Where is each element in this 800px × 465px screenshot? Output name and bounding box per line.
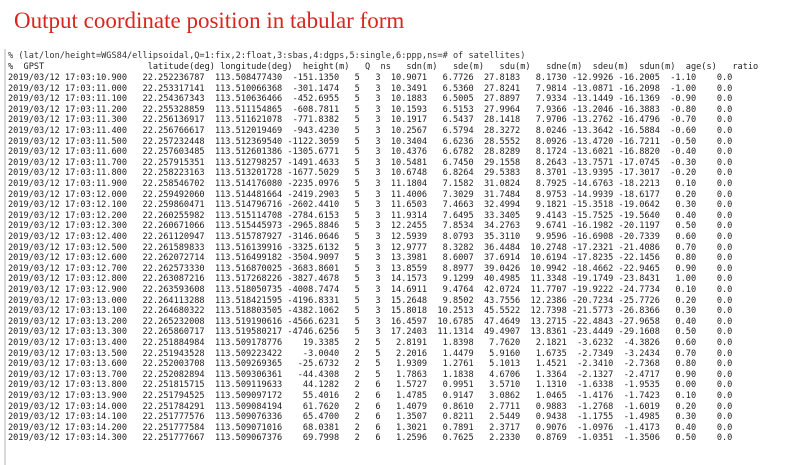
table-row: 2019/03/12 17:03:11.400 22.256766617 113… (8, 126, 733, 136)
table-row: 2019/03/12 17:03:12.500 22.261589833 113… (8, 242, 733, 253)
table-row: 2019/03/12 17:03:12.000 22.259492060 113… (8, 189, 733, 200)
table-row: 2019/03/12 17:03:11.200 22.255328859 113… (8, 104, 733, 115)
table-row: 2019/03/12 17:03:10.900 22.252236787 113… (8, 73, 733, 83)
table-row: 2019/03/12 17:03:13.000 22.264113288 113… (8, 295, 733, 306)
table-row: 2019/03/12 17:03:12.900 22.263593608 113… (8, 285, 733, 295)
table-row: 2019/03/12 17:03:11.500 22.257232448 113… (8, 136, 733, 147)
table-row: 2019/03/12 17:03:11.700 22.257915351 113… (8, 157, 733, 168)
table-row: 2019/03/12 17:03:13.600 22.252003708 113… (8, 359, 733, 370)
text-editor[interactable]: % (lat/lon/height=WGS84/ellipsoidal,Q=1:… (4, 49, 800, 465)
table-row: 2019/03/12 17:03:11.600 22.257603485 113… (8, 147, 733, 158)
table-row: 2019/03/12 17:03:12.300 22.260671066 113… (8, 221, 733, 232)
table-row: 2019/03/12 17:03:13.400 22.251884984 113… (8, 338, 733, 348)
table-row: 2019/03/12 17:03:11.100 22.254367343 113… (8, 94, 733, 105)
table-row: 2019/03/12 17:03:14.200 22.251777584 113… (8, 422, 733, 433)
table-row: 2019/03/12 17:03:11.000 22.253317141 113… (8, 83, 733, 94)
table-row: 2019/03/12 17:03:11.900 22.258546702 113… (8, 179, 733, 189)
table-row: 2019/03/12 17:03:11.300 22.256136917 113… (8, 115, 733, 126)
table-row: 2019/03/12 17:03:14.000 22.251784291 113… (8, 401, 733, 412)
table-row: 2019/03/12 17:03:12.100 22.259860471 113… (8, 200, 733, 211)
table-row: 2019/03/12 17:03:13.900 22.251794525 113… (8, 391, 733, 401)
page-title: Output coordinate position in tabular fo… (14, 8, 405, 33)
table-row: 2019/03/12 17:03:13.500 22.251943528 113… (8, 348, 733, 359)
table-row: 2019/03/12 17:03:11.800 22.258223163 113… (8, 168, 733, 179)
table-row: 2019/03/12 17:03:12.600 22.262072714 113… (8, 253, 733, 264)
table-row: 2019/03/12 17:03:12.200 22.260255982 113… (8, 210, 733, 221)
column-header-line: % GPST latitude(deg) longitude(deg) heig… (8, 62, 759, 72)
table-row: 2019/03/12 17:03:13.300 22.265860717 113… (8, 327, 733, 338)
table-row: 2019/03/12 17:03:14.300 22.251777667 113… (8, 433, 733, 444)
table-row: 2019/03/12 17:03:12.400 22.261120947 113… (8, 232, 733, 242)
table-row: 2019/03/12 17:03:14.100 22.251777576 113… (8, 412, 733, 423)
table-row: 2019/03/12 17:03:13.200 22.265232008 113… (8, 316, 733, 327)
table-row: 2019/03/12 17:03:13.100 22.264680322 113… (8, 306, 733, 317)
table-row: 2019/03/12 17:03:13.800 22.251815715 113… (8, 380, 733, 391)
table-row: 2019/03/12 17:03:13.700 22.252082894 113… (8, 369, 733, 380)
comment-line: % (lat/lon/height=WGS84/ellipsoidal,Q=1:… (8, 51, 526, 61)
table-row: 2019/03/12 17:03:12.800 22.263087216 113… (8, 274, 733, 285)
table-row: 2019/03/12 17:03:12.700 22.262573330 113… (8, 263, 733, 274)
